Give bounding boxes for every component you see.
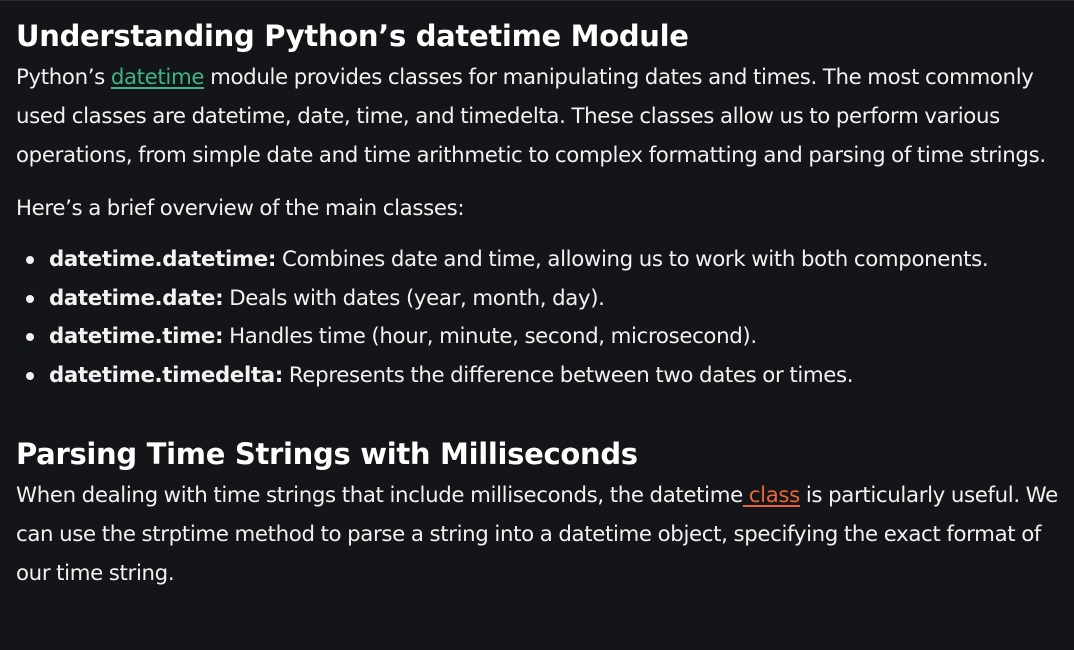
bullet-icon <box>26 294 34 303</box>
datetime-link[interactable]: datetime <box>111 65 205 90</box>
intro-text-start: Python’s <box>16 65 111 90</box>
article-content: Understanding Python’s datetime Module P… <box>0 0 1074 650</box>
top-divider <box>0 0 1074 1</box>
list-item: datetime.time: Handles time (hour, minut… <box>16 318 1058 357</box>
section-heading-parsing-milliseconds: Parsing Time Strings with Milliseconds <box>16 437 638 471</box>
section-heading-datetime-module: Understanding Python’s datetime Module <box>16 19 689 53</box>
class-description: Combines date and time, allowing us to w… <box>276 247 989 272</box>
list-item: datetime.datetime: Combines date and tim… <box>16 241 1058 280</box>
class-term: datetime.date: <box>49 285 224 311</box>
parsing-paragraph: When dealing with time strings that incl… <box>16 476 1058 593</box>
class-description: Represents the difference between two da… <box>282 362 854 388</box>
bullet-icon <box>26 256 34 264</box>
bullet-icon <box>26 333 34 341</box>
classes-list: datetime.datetime: Combines date and tim… <box>16 241 1058 395</box>
overview-paragraph: Here’s a brief overview of the main clas… <box>16 196 465 221</box>
class-description: Handles time (hour, minute, second, micr… <box>223 324 757 349</box>
bullet-icon <box>26 371 34 380</box>
class-description: Deals with dates (year, month, day). <box>223 285 605 311</box>
list-item: datetime.timedelta: Represents the diffe… <box>16 357 1058 396</box>
class-term: datetime.time: <box>49 324 224 349</box>
list-item: datetime.date: Deals with dates (year, m… <box>16 280 1058 319</box>
class-term: datetime.timedelta: <box>49 362 283 388</box>
class-term: datetime.datetime: <box>49 247 277 272</box>
parsing-text-start: When dealing with time strings that incl… <box>16 483 743 508</box>
class-link[interactable]: class <box>743 483 800 508</box>
intro-paragraph: Python’s datetime module provides classe… <box>16 58 1058 175</box>
